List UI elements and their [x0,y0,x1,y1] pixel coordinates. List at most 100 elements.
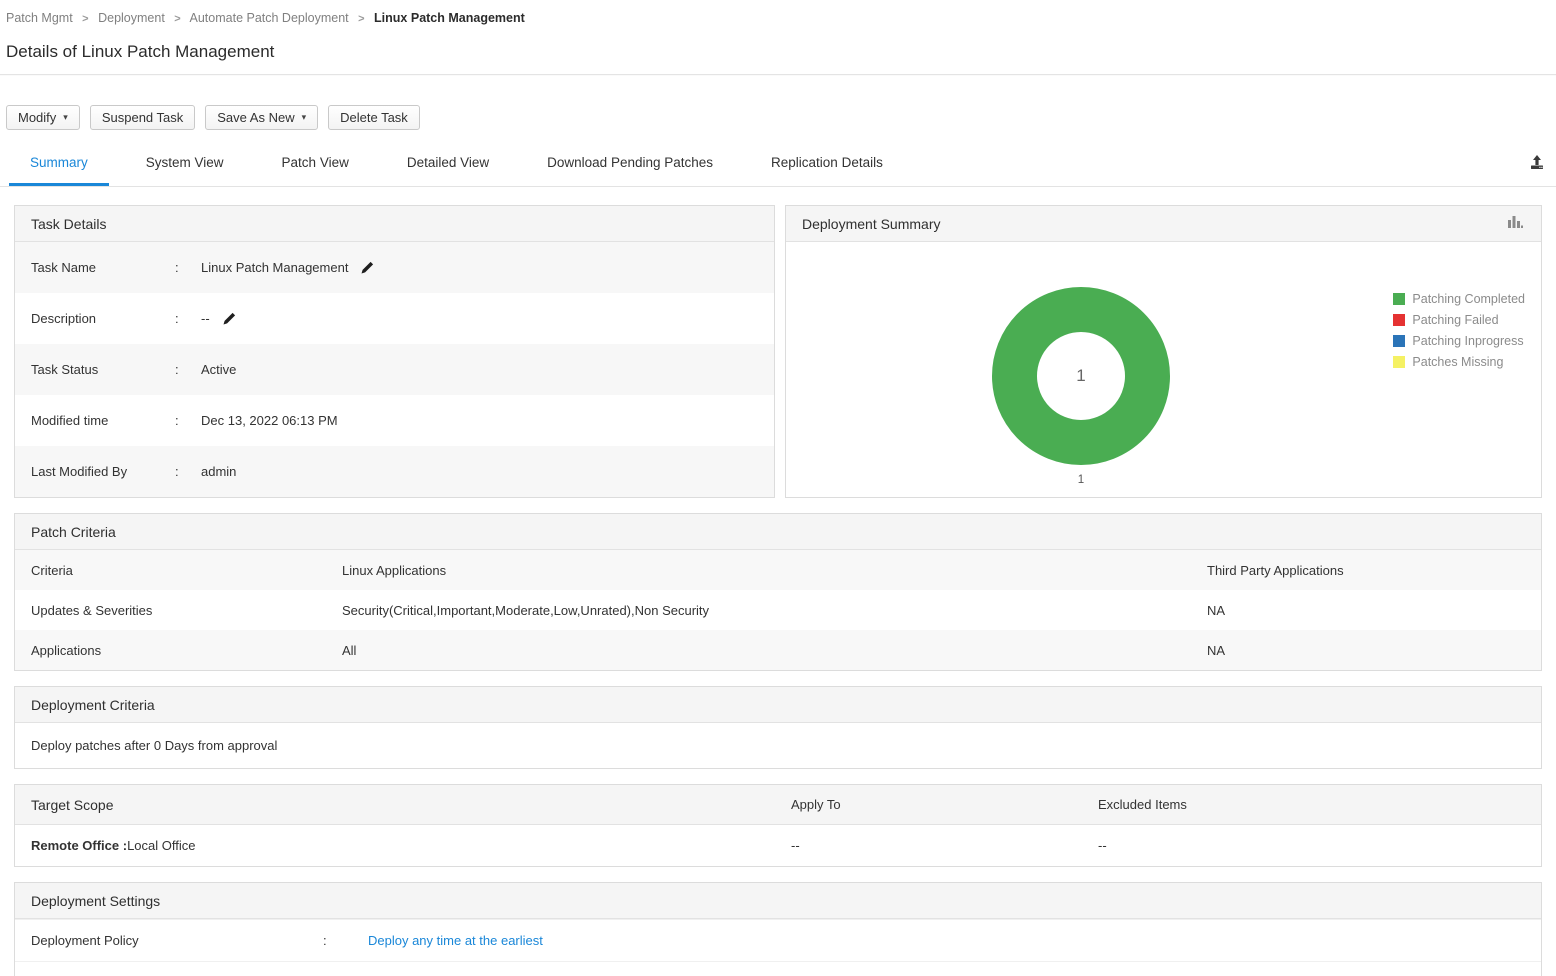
deployment-summary-chart: 1 1 Patching Completed Patching Failed P… [786,242,1541,487]
upload-icon [1531,155,1543,169]
column-header-criteria: Criteria [31,562,73,578]
task-status-label: Task Status [31,362,99,377]
breadcrumb-separator: > [174,13,181,25]
colon: : [175,413,179,428]
breadcrumb-item-automate-patch-deployment[interactable]: Automate Patch Deployment [190,11,349,25]
applications-label: Applications [31,642,102,658]
updates-severities-label: Updates & Severities [31,602,153,618]
legend-swatch-yellow [1393,356,1406,368]
donut-axis-label: 1 [1077,474,1085,486]
apply-to-value: -- [791,838,800,853]
tab-detailed-view[interactable]: Detailed View [386,144,510,186]
legend-item-patching-inprogress: Patching Inprogress [1393,334,1525,348]
chart-type-toggle-button[interactable] [1505,213,1525,234]
delete-task-button-label: Delete Task [340,110,408,125]
task-status-row: Task Status : Active [15,344,774,395]
modified-time-label: Modified time [31,413,109,428]
description-label: Description [31,311,97,326]
legend-swatch-green [1393,293,1406,305]
patch-criteria-header: Patch Criteria [15,514,1541,550]
deployment-summary-title: Deployment Summary [802,215,941,232]
deployment-summary-panel: Deployment Summary 1 1 Patching Complete… [785,205,1542,498]
column-header-apply-to: Apply To [791,797,841,812]
colon: : [175,362,179,377]
legend-label: Patching Completed [1412,292,1525,306]
breadcrumb-item-patch-mgmt[interactable]: Patch Mgmt [6,11,73,25]
legend-item-patching-failed: Patching Failed [1393,313,1525,327]
caret-down-icon: ▾ [63,112,68,122]
task-details-title: Task Details [31,215,107,232]
deployment-settings-panel: Deployment Settings Deployment Policy : … [14,882,1542,976]
tab-download-pending-patches[interactable]: Download Pending Patches [526,144,734,186]
deployment-settings-title: Deployment Settings [31,892,161,909]
updates-severities-third-party-value: NA [1207,602,1226,618]
legend-swatch-red [1393,314,1406,326]
legend-label: Patching Inprogress [1412,334,1524,348]
colon: : [323,933,327,948]
applications-third-party-value: NA [1207,642,1226,658]
page: Patch Mgmt > Deployment > Automate Patch… [0,0,1556,976]
tab-bar: Summary System View Patch View Detailed … [0,144,1556,187]
column-header-excluded-items: Excluded Items [1098,797,1187,812]
legend-label: Patches Missing [1412,355,1504,369]
deployment-type-row: Deployment Type : Deploy and Publish [15,961,1541,976]
breadcrumb-item-current: Linux Patch Management [374,11,525,25]
save-as-new-button-label: Save As New [217,110,295,125]
target-scope-panel: Target Scope Apply To Excluded Items Rem… [14,784,1542,867]
deployment-policy-link[interactable]: Deploy any time at the earliest [368,933,543,948]
breadcrumb-separator: > [358,13,365,25]
donut-chart: 1 1 [991,286,1171,486]
last-modified-by-row: Last Modified By : admin [15,446,774,497]
patch-criteria-panel: Patch Criteria Criteria Linux Applicatio… [14,513,1542,671]
deployment-policy-label: Deployment Policy [31,933,139,948]
page-title: Details of Linux Patch Management [6,42,275,61]
suspend-task-button[interactable]: Suspend Task [89,105,196,130]
tab-summary[interactable]: Summary [9,144,109,186]
edit-task-name-button[interactable] [361,261,374,274]
task-details-header: Task Details [15,206,774,242]
remote-office-value: Remote Office :Local Office [31,838,196,853]
tab-system-view[interactable]: System View [125,144,245,186]
edit-description-button[interactable] [223,312,236,325]
task-name-value: Linux Patch Management [201,260,349,275]
caret-down-icon: ▾ [301,112,307,122]
breadcrumb-item-deployment[interactable]: Deployment [98,11,165,25]
task-name-label: Task Name [31,260,97,275]
column-header-third-party-applications: Third Party Applications [1207,562,1344,578]
target-scope-title: Target Scope [31,796,114,813]
tab-replication-details[interactable]: Replication Details [750,144,904,186]
deployment-criteria-title: Deployment Criteria [31,696,155,713]
patch-criteria-title: Patch Criteria [31,523,116,540]
last-modified-by-value: admin [201,464,237,479]
modify-button[interactable]: Modify ▾ [6,105,80,130]
description-value: -- [201,311,210,326]
modify-button-label: Modify [18,110,57,125]
last-modified-by-label: Last Modified By [31,464,128,479]
patch-criteria-column-headers: Criteria Linux Applications Third Party … [15,550,1541,590]
colon: : [175,260,179,275]
pencil-icon [361,261,374,274]
deployment-summary-header: Deployment Summary [786,206,1541,242]
task-status-value: Active [201,362,237,377]
deployment-policy-row: Deployment Policy : Deploy any time at t… [15,919,1541,961]
remote-office-label: Remote Office : [31,838,128,853]
toolbar: Modify ▾ Suspend Task Save As New ▾ Dele… [0,75,1556,130]
chart-legend: Patching Completed Patching Failed Patch… [1393,292,1525,376]
suspend-task-button-label: Suspend Task [101,110,184,125]
delete-task-button[interactable]: Delete Task [328,105,420,130]
deployment-settings-header: Deployment Settings [15,883,1541,919]
description-row: Description : -- [15,293,774,344]
save-as-new-button[interactable]: Save As New ▾ [205,105,319,130]
task-name-row: Task Name : Linux Patch Management [15,242,774,293]
deployment-criteria-text: Deploy patches after 0 Days from approva… [31,738,278,753]
updates-severities-linux-value: Security(Critical,Important,Moderate,Low… [342,602,710,618]
target-scope-header: Target Scope Apply To Excluded Items [15,785,1541,825]
colon: : [175,311,179,326]
legend-item-patching-completed: Patching Completed [1393,292,1525,306]
table-row: Updates & Severities Security(Critical,I… [15,590,1541,630]
modified-time-row: Modified time : Dec 13, 2022 06:13 PM [15,395,774,446]
legend-label: Patching Failed [1412,313,1499,327]
tab-patch-view[interactable]: Patch View [261,144,370,186]
export-button[interactable] [1526,152,1548,175]
applications-linux-value: All [342,642,357,658]
